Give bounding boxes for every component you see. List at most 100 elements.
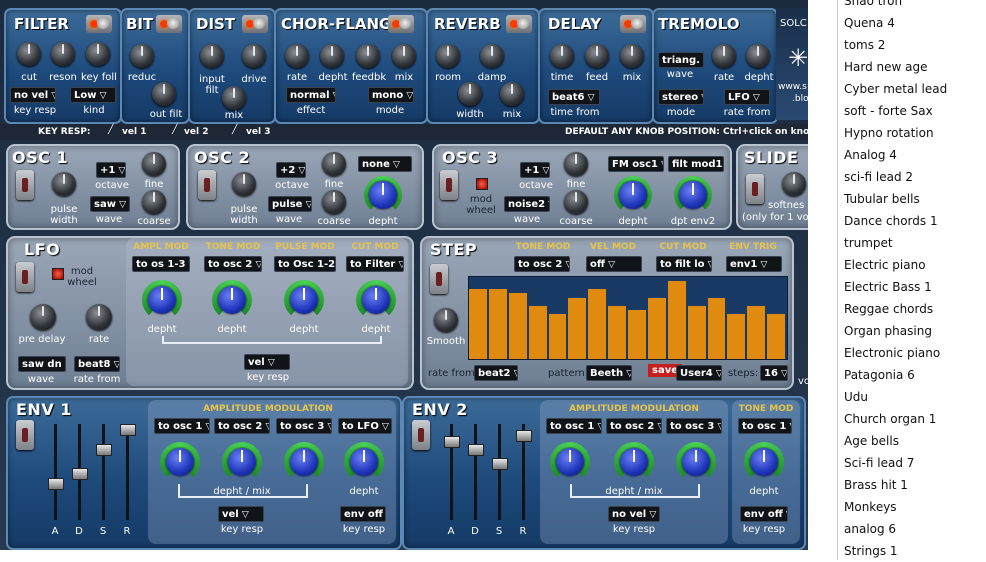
step-bar[interactable] <box>469 289 487 359</box>
step-bar[interactable] <box>548 313 567 359</box>
osc3-fine-knob[interactable] <box>564 152 588 176</box>
bit-toggle-icon[interactable] <box>156 15 182 33</box>
env2-sustain-slider[interactable] <box>492 424 508 520</box>
env1-release-slider[interactable] <box>120 424 136 520</box>
preset-item[interactable]: Monkeys <box>838 496 986 518</box>
lfo-predelay-knob[interactable] <box>30 304 56 330</box>
preset-item[interactable]: Patagonia 6 <box>838 364 986 386</box>
tremolo-ratefrom-dropdown[interactable]: LFO <box>724 89 770 105</box>
delay-feed-knob[interactable] <box>585 44 609 68</box>
preset-item[interactable]: Dance chords 1 <box>838 210 986 232</box>
osc1-coarse-knob[interactable] <box>142 190 166 214</box>
env1-lfo-knob[interactable] <box>344 442 384 482</box>
env1-decay-handle[interactable] <box>72 468 88 480</box>
preset-item[interactable]: Reggae chords <box>838 298 986 320</box>
osc2-pulsewidth-knob[interactable] <box>232 172 256 196</box>
lfo-pulsemod-dropdown[interactable]: to Osc 1-2 <box>274 256 336 272</box>
step-bar[interactable] <box>687 305 706 359</box>
reverb-room-knob[interactable] <box>436 44 460 68</box>
env2-to-osc2-dropdown[interactable]: to osc 2 <box>606 418 662 434</box>
env1-sustain-slider[interactable] <box>96 424 112 520</box>
lfo-rate-knob[interactable] <box>86 304 112 330</box>
filter-keyfoll-knob[interactable] <box>86 42 110 66</box>
reverb-toggle-icon[interactable] <box>506 15 532 33</box>
lfo-tonemod-dropdown[interactable]: to osc 2 <box>204 256 262 272</box>
env1-osc1-knob[interactable] <box>160 442 200 482</box>
step-bar[interactable] <box>588 289 607 359</box>
step-envtrig-dropdown[interactable]: env1 <box>726 256 782 272</box>
tremolo-depht-knob[interactable] <box>746 44 770 68</box>
osc2-fine-knob[interactable] <box>322 152 346 176</box>
lfo-vel-dropdown[interactable]: vel <box>244 354 290 370</box>
chorus-effect-dropdown[interactable]: normal <box>286 87 336 103</box>
lfo-cutmod-dropdown[interactable]: to Filter <box>346 256 404 272</box>
step-bar[interactable] <box>628 309 646 359</box>
env2-osc1-knob[interactable] <box>550 442 590 482</box>
osc3-filtmod-dropdown[interactable]: filt mod1 <box>668 156 724 172</box>
step-bar[interactable] <box>707 297 726 359</box>
step-bar[interactable] <box>568 297 587 359</box>
tremolo-mode-dropdown[interactable]: stereo <box>658 89 704 105</box>
preset-item[interactable]: toms 2 <box>838 34 986 56</box>
filter-cut-knob[interactable] <box>17 42 41 66</box>
lfo-modwheel-led[interactable] <box>52 268 64 280</box>
preset-item[interactable]: Age bells <box>838 430 986 452</box>
env2-release-slider[interactable] <box>516 424 532 520</box>
dist-toggle-icon[interactable] <box>242 15 268 33</box>
osc1-wave-dropdown[interactable]: saw <box>90 196 130 212</box>
preset-item[interactable]: trumpet <box>838 232 986 254</box>
step-bar[interactable] <box>488 289 507 359</box>
osc3-wave-dropdown[interactable]: noise2 <box>504 196 550 212</box>
osc2-switch[interactable] <box>198 170 216 200</box>
preset-item[interactable]: soft - forte Sax <box>838 100 986 122</box>
preset-item[interactable]: Tubular bells <box>838 188 986 210</box>
preset-item[interactable]: Shao tron <box>838 0 986 12</box>
env1-attack-handle[interactable] <box>48 478 64 490</box>
env1-osc2-knob[interactable] <box>222 442 262 482</box>
env2-release-handle[interactable] <box>516 430 532 442</box>
preset-item[interactable]: Electric Bass 1 <box>838 276 986 298</box>
step-velmod-dropdown[interactable]: off <box>586 256 642 272</box>
env1-to-lfo-dropdown[interactable]: to LFO <box>338 418 392 434</box>
osc1-fine-knob[interactable] <box>142 152 166 176</box>
preset-item[interactable]: Udu <box>838 386 986 408</box>
preset-item[interactable]: Church organ 1 <box>838 408 986 430</box>
env1-vel-dropdown[interactable]: vel <box>218 506 264 522</box>
step-bar[interactable] <box>647 297 666 359</box>
chorus-rate-knob[interactable] <box>285 44 309 68</box>
lfo-tonemod-knob[interactable] <box>212 280 252 320</box>
lfo-pulsemod-knob[interactable] <box>284 280 324 320</box>
env2-decay-slider[interactable] <box>468 424 484 520</box>
step-pattern-dropdown[interactable]: Beeth <box>586 365 632 381</box>
env2-attack-slider[interactable] <box>444 424 460 520</box>
env1-osc3-knob[interactable] <box>284 442 324 482</box>
chorus-feedbk-knob[interactable] <box>356 44 380 68</box>
lfo-cutmod-knob[interactable] <box>356 280 396 320</box>
preset-item[interactable]: Brass hit 1 <box>838 474 986 496</box>
step-steps-dropdown[interactable]: 16 <box>760 365 788 381</box>
bit-reduc-knob[interactable] <box>130 44 154 68</box>
step-bar[interactable] <box>727 313 746 359</box>
osc3-dptenv2-knob[interactable] <box>674 176 712 214</box>
reverb-width-knob[interactable] <box>458 82 482 106</box>
step-bar[interactable] <box>667 281 686 359</box>
osc3-modwheel-led[interactable] <box>476 178 488 190</box>
chorus-depht-knob[interactable] <box>320 44 344 68</box>
preset-item[interactable]: Sci-fi lead 7 <box>838 452 986 474</box>
tremolo-rate-knob[interactable] <box>712 44 736 68</box>
env2-to-osc3-dropdown[interactable]: to osc 3 <box>666 418 722 434</box>
step-sequencer-grid[interactable] <box>468 276 788 360</box>
step-cutmod-dropdown[interactable]: to filt lo <box>656 256 712 272</box>
env1-to-osc1-dropdown[interactable]: to osc 1 <box>154 418 210 434</box>
reverb-damp-knob[interactable] <box>480 44 504 68</box>
osc3-coarse-knob[interactable] <box>564 190 588 214</box>
slide-softness-knob[interactable] <box>782 172 806 196</box>
env2-tonemod-knob[interactable] <box>744 442 784 482</box>
slide-switch[interactable] <box>746 174 764 204</box>
env2-decay-handle[interactable] <box>468 444 484 456</box>
step-user-dropdown[interactable]: User4 <box>676 365 722 381</box>
lfo-amplmod-dropdown[interactable]: to os 1-3 <box>132 256 190 272</box>
step-switch[interactable] <box>430 264 448 294</box>
step-bar[interactable] <box>747 305 766 359</box>
osc2-octave-dropdown[interactable]: +2 <box>276 162 306 178</box>
